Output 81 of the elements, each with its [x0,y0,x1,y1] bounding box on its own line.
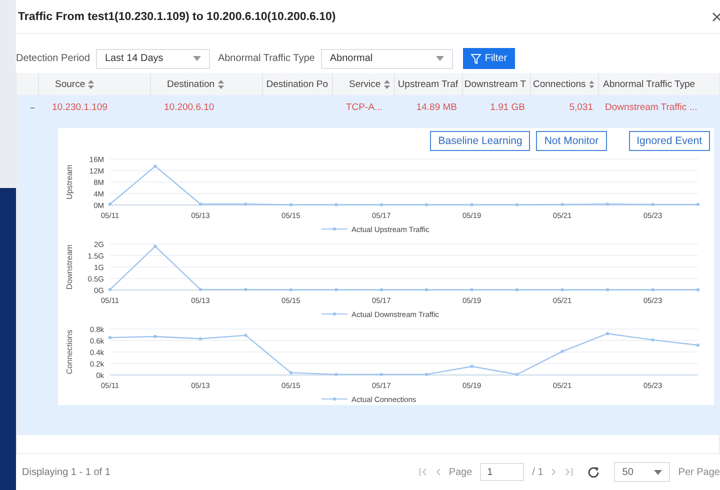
legend-icon [321,312,348,316]
data-point [696,288,700,292]
data-point [425,372,428,376]
data-point [696,202,700,206]
data-point [244,288,248,292]
caret-icon [654,470,662,474]
sort-icon [218,80,224,88]
data-point [470,203,474,206]
close-icon[interactable] [712,10,720,22]
dropdown[interactable]: Abnormal [320,48,453,68]
table-cell: 5,031 [569,102,593,113]
table-cell: 10.230.1.109 [52,102,108,113]
data-point [108,336,112,340]
funnel-icon [470,54,481,64]
data-point [606,288,610,292]
data-point [289,371,293,374]
caret-icon [192,56,201,61]
data-point [334,372,338,376]
data-point [154,334,157,338]
table-cell: Downstream Traffic ... [605,102,698,113]
page-total: / 1 [532,466,544,478]
data-point [380,203,383,206]
data-point [470,288,474,292]
data-point [244,334,248,337]
sort-icon [588,80,594,88]
data-point [696,344,700,347]
data-point [425,288,428,292]
page-input[interactable]: 1 [480,463,524,481]
data-point [198,202,202,206]
data-point [470,364,474,368]
data-point [334,203,338,206]
data-point [651,288,654,292]
data-point [289,203,293,206]
data-point [198,288,202,292]
filter-button[interactable]: Filter [462,48,516,69]
data-point [289,288,293,292]
data-point [560,288,564,292]
data-point [108,202,112,206]
table-cell: 1.91 GB [490,102,525,113]
action-button[interactable]: Ignored Event [628,131,710,151]
data-point [560,202,564,206]
per-page-label: Per Page [678,466,720,478]
filter-label: Abnormal Traffic Type [218,53,315,64]
legend-icon [321,227,348,231]
data-point [380,372,383,376]
sort-icon [384,80,390,88]
data-point [380,288,383,292]
dropdown[interactable]: Last 14 Days [96,48,210,68]
table-cell: TCP-A... [346,102,382,113]
data-point [651,202,654,206]
action-button[interactable]: Baseline Learning [430,131,530,151]
page-label: Page [448,466,472,478]
data-point [515,372,519,376]
data-point [425,203,428,206]
sort-icon [88,80,94,88]
caret-icon [436,56,444,61]
data-point [334,288,338,292]
page-summary: Displaying 1 - 1 of 1 [22,466,110,478]
data-point [515,288,519,292]
refresh-icon[interactable] [587,466,600,478]
data-point [515,203,519,206]
column-header[interactable]: Abnormal Traffic Type [599,73,719,95]
axis-title: Upstream [65,164,74,200]
data-point [651,338,654,342]
data-point [108,288,112,292]
data-point [606,202,610,206]
table-cell: 14.89 MB [416,102,457,113]
data-point [560,350,564,354]
data-point [606,332,610,336]
data-point [244,202,248,206]
page-size-dropdown[interactable]: 50 [614,462,670,482]
axis-title: Connections [65,330,74,374]
data-point [154,164,157,168]
action-button[interactable]: Not Monitor [536,131,607,151]
window-title: Traffic From test1(10.230.1.109) to 10.200.6.10(10.200.6.10) [18,10,336,22]
data-point [154,244,157,248]
table-cell: 10.200.6.10 [164,102,214,113]
data-point [198,337,202,340]
legend-icon [321,397,348,401]
axis-title: Downstream [65,244,74,290]
filter-label: Detection Period [16,53,90,64]
